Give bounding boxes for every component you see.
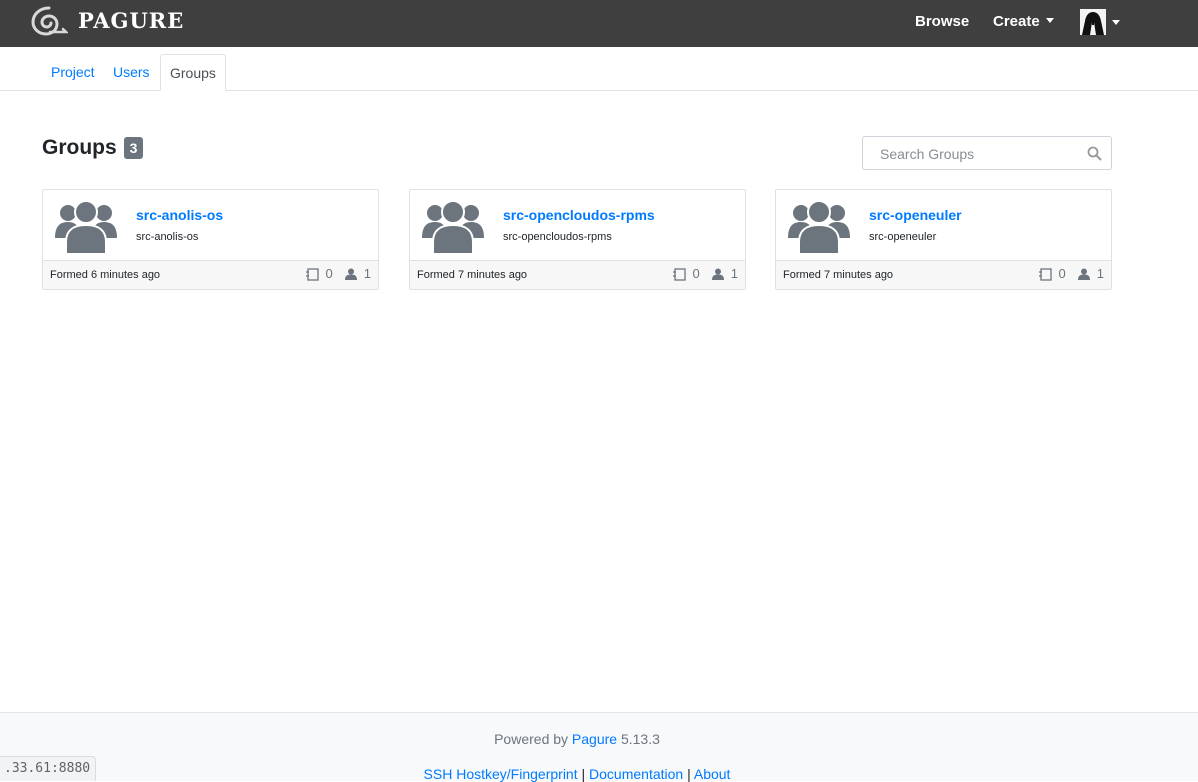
group-description: src-anolis-os — [136, 231, 199, 243]
page-title: Groups 3 — [42, 136, 144, 160]
calendar-icon — [305, 267, 319, 281]
search-icon[interactable] — [1087, 146, 1102, 161]
group-name-link[interactable]: src-openeuler — [869, 207, 962, 223]
member-count: 1 — [730, 266, 738, 281]
page-footer: Powered by Pagure 5.13.3 SSH Hostkey/Fin… — [0, 712, 1198, 782]
search-box — [862, 136, 1112, 170]
users-group-icon — [422, 200, 484, 254]
browse-link[interactable]: Browse — [915, 13, 969, 31]
group-count-badge: 3 — [123, 137, 144, 159]
brand-name: PAGURE — [78, 8, 185, 33]
tab-users[interactable]: Users — [104, 54, 159, 90]
project-count: 0 — [692, 266, 700, 281]
search-input[interactable] — [878, 144, 1082, 164]
chevron-down-icon — [1045, 18, 1054, 23]
group-description: src-openeuler — [869, 231, 937, 243]
brand[interactable]: PAGURE — [30, 5, 184, 37]
create-label: Create — [993, 13, 1040, 30]
version-text: 5.13.3 — [620, 731, 660, 747]
top-navbar: PAGURE Browse Create — [0, 0, 1198, 47]
admin-tabs: Project Users Groups — [0, 47, 1198, 91]
user-icon — [1077, 268, 1090, 280]
calendar-icon — [672, 267, 686, 281]
user-avatar-icon — [1080, 9, 1106, 35]
formed-time: Formed 7 minutes ago — [417, 269, 528, 281]
page-title-text: Groups — [42, 136, 117, 159]
group-card: src-openeuler src-openeuler Formed 7 min… — [775, 189, 1112, 290]
group-stats: 0 1 — [1038, 266, 1104, 281]
calendar-icon — [1038, 267, 1052, 281]
formed-time: Formed 6 minutes ago — [50, 269, 161, 281]
group-card: src-opencloudos-rpms src-opencloudos-rpm… — [409, 189, 746, 290]
tab-groups[interactable]: Groups — [160, 54, 226, 91]
powered-by: Powered by Pagure 5.13.3 — [0, 731, 1154, 747]
formed-time: Formed 7 minutes ago — [783, 269, 894, 281]
tab-project[interactable]: Project — [42, 54, 104, 90]
status-bar-url: .33.61:8880 — [0, 756, 97, 781]
user-menu[interactable] — [1080, 9, 1120, 35]
chevron-down-icon — [1112, 19, 1120, 25]
project-count: 0 — [325, 266, 333, 281]
project-count: 0 — [1058, 266, 1066, 281]
powered-prefix: Powered by — [494, 731, 569, 747]
group-name-link[interactable]: src-anolis-os — [136, 207, 223, 223]
users-group-icon — [55, 200, 117, 254]
group-card-footer: Formed 6 minutes ago 0 1 — [43, 260, 378, 289]
group-card-footer: Formed 7 minutes ago 0 1 — [776, 260, 1111, 289]
group-description: src-opencloudos-rpms — [503, 231, 612, 243]
pagure-link[interactable]: Pagure — [572, 731, 617, 747]
member-count: 1 — [1096, 266, 1104, 281]
member-count: 1 — [363, 266, 371, 281]
group-card: src-anolis-os src-anolis-os Formed 6 min… — [42, 189, 379, 290]
group-card-footer: Formed 7 minutes ago 0 1 — [410, 260, 745, 289]
user-icon — [711, 268, 724, 280]
create-menu[interactable]: Create — [993, 13, 1054, 31]
pagure-logo-icon — [31, 6, 68, 36]
user-icon — [344, 268, 357, 280]
group-stats: 0 1 — [305, 266, 371, 281]
group-name-link[interactable]: src-opencloudos-rpms — [503, 207, 655, 223]
group-stats: 0 1 — [672, 266, 738, 281]
users-group-icon — [788, 200, 850, 254]
